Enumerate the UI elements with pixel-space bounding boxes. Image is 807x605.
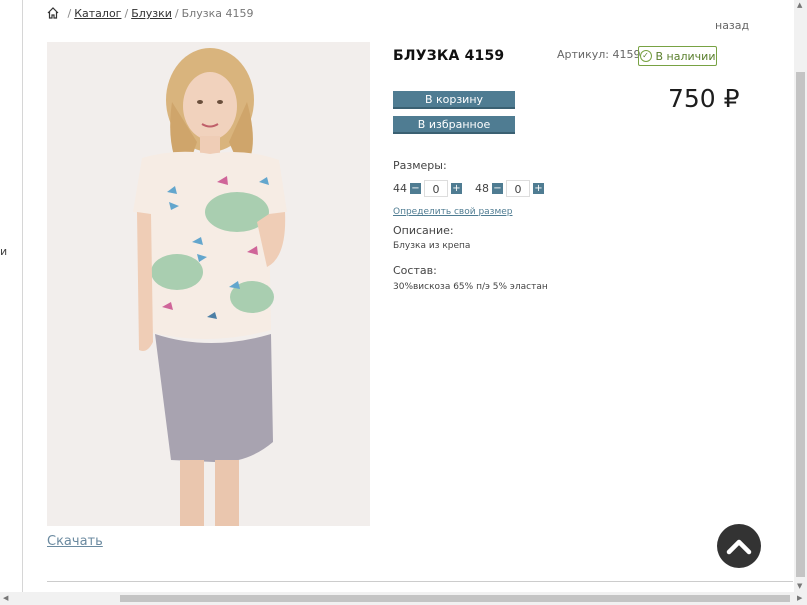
- breadcrumb-separator: /: [124, 7, 129, 20]
- size-label: 48: [475, 182, 489, 195]
- quantity-input[interactable]: 0: [506, 180, 530, 197]
- minus-icon[interactable]: −: [492, 183, 503, 194]
- breadcrumb-current: Блузка 4159: [181, 7, 254, 20]
- page-left-border: [22, 0, 23, 592]
- description-label: Описание:: [393, 224, 454, 237]
- description-text: Блузка из крепа: [393, 241, 471, 251]
- check-circle-icon: ✓: [639, 50, 652, 62]
- home-icon[interactable]: [47, 7, 59, 22]
- scroll-right-arrow-icon[interactable]: ▶: [797, 595, 802, 602]
- chevron-up-icon: [726, 539, 752, 555]
- download-link[interactable]: Скачать: [47, 534, 103, 549]
- size-help-link[interactable]: Определить свой размер: [393, 207, 513, 217]
- quantity-input[interactable]: 0: [424, 180, 448, 197]
- divider: [47, 581, 793, 582]
- breadcrumb-blouses[interactable]: Блузки: [131, 7, 172, 20]
- product-photo[interactable]: [47, 42, 370, 526]
- cut-off-sidebar-text: и: [0, 245, 8, 258]
- composition-label: Состав:: [393, 264, 437, 277]
- breadcrumb-catalog[interactable]: Каталог: [74, 7, 121, 20]
- size-selector-44: 44 − 0 +: [393, 180, 462, 197]
- horizontal-scrollbar[interactable]: ◀ ▶: [0, 592, 807, 605]
- breadcrumb: / Каталог / Блузки / Блузка 4159: [47, 7, 253, 22]
- size-selector-48: 48 − 0 +: [475, 180, 544, 197]
- size-label: 44: [393, 182, 407, 195]
- product-title: БЛУЗКА 4159: [393, 48, 505, 64]
- product-sku: Артикул: 4159: [557, 48, 641, 61]
- breadcrumb-separator: /: [67, 7, 72, 20]
- minus-icon[interactable]: −: [410, 183, 421, 194]
- vertical-scroll-thumb[interactable]: [796, 72, 805, 577]
- plus-icon[interactable]: +: [533, 183, 544, 194]
- sizes-label: Размеры:: [393, 159, 447, 172]
- scroll-left-arrow-icon[interactable]: ◀: [3, 595, 8, 602]
- composition-text: 30%вискоза 65% п/э 5% эластан: [393, 282, 548, 292]
- stock-status: В наличии: [655, 49, 716, 63]
- breadcrumb-separator: /: [174, 7, 179, 20]
- scroll-down-arrow-icon[interactable]: ▼: [797, 583, 802, 590]
- back-link[interactable]: назад: [715, 19, 749, 32]
- product-price: 750 ₽: [668, 84, 740, 113]
- scroll-up-arrow-icon[interactable]: ▲: [797, 2, 802, 9]
- scroll-to-top-button[interactable]: [717, 524, 761, 568]
- horizontal-scroll-thumb[interactable]: [120, 595, 790, 602]
- add-to-favorites-button[interactable]: В избранное: [393, 116, 515, 134]
- vertical-scrollbar[interactable]: ▲ ▼: [794, 0, 807, 592]
- stock-badge: ✓ В наличии: [638, 46, 717, 66]
- add-to-cart-button[interactable]: В корзину: [393, 91, 515, 109]
- plus-icon[interactable]: +: [451, 183, 462, 194]
